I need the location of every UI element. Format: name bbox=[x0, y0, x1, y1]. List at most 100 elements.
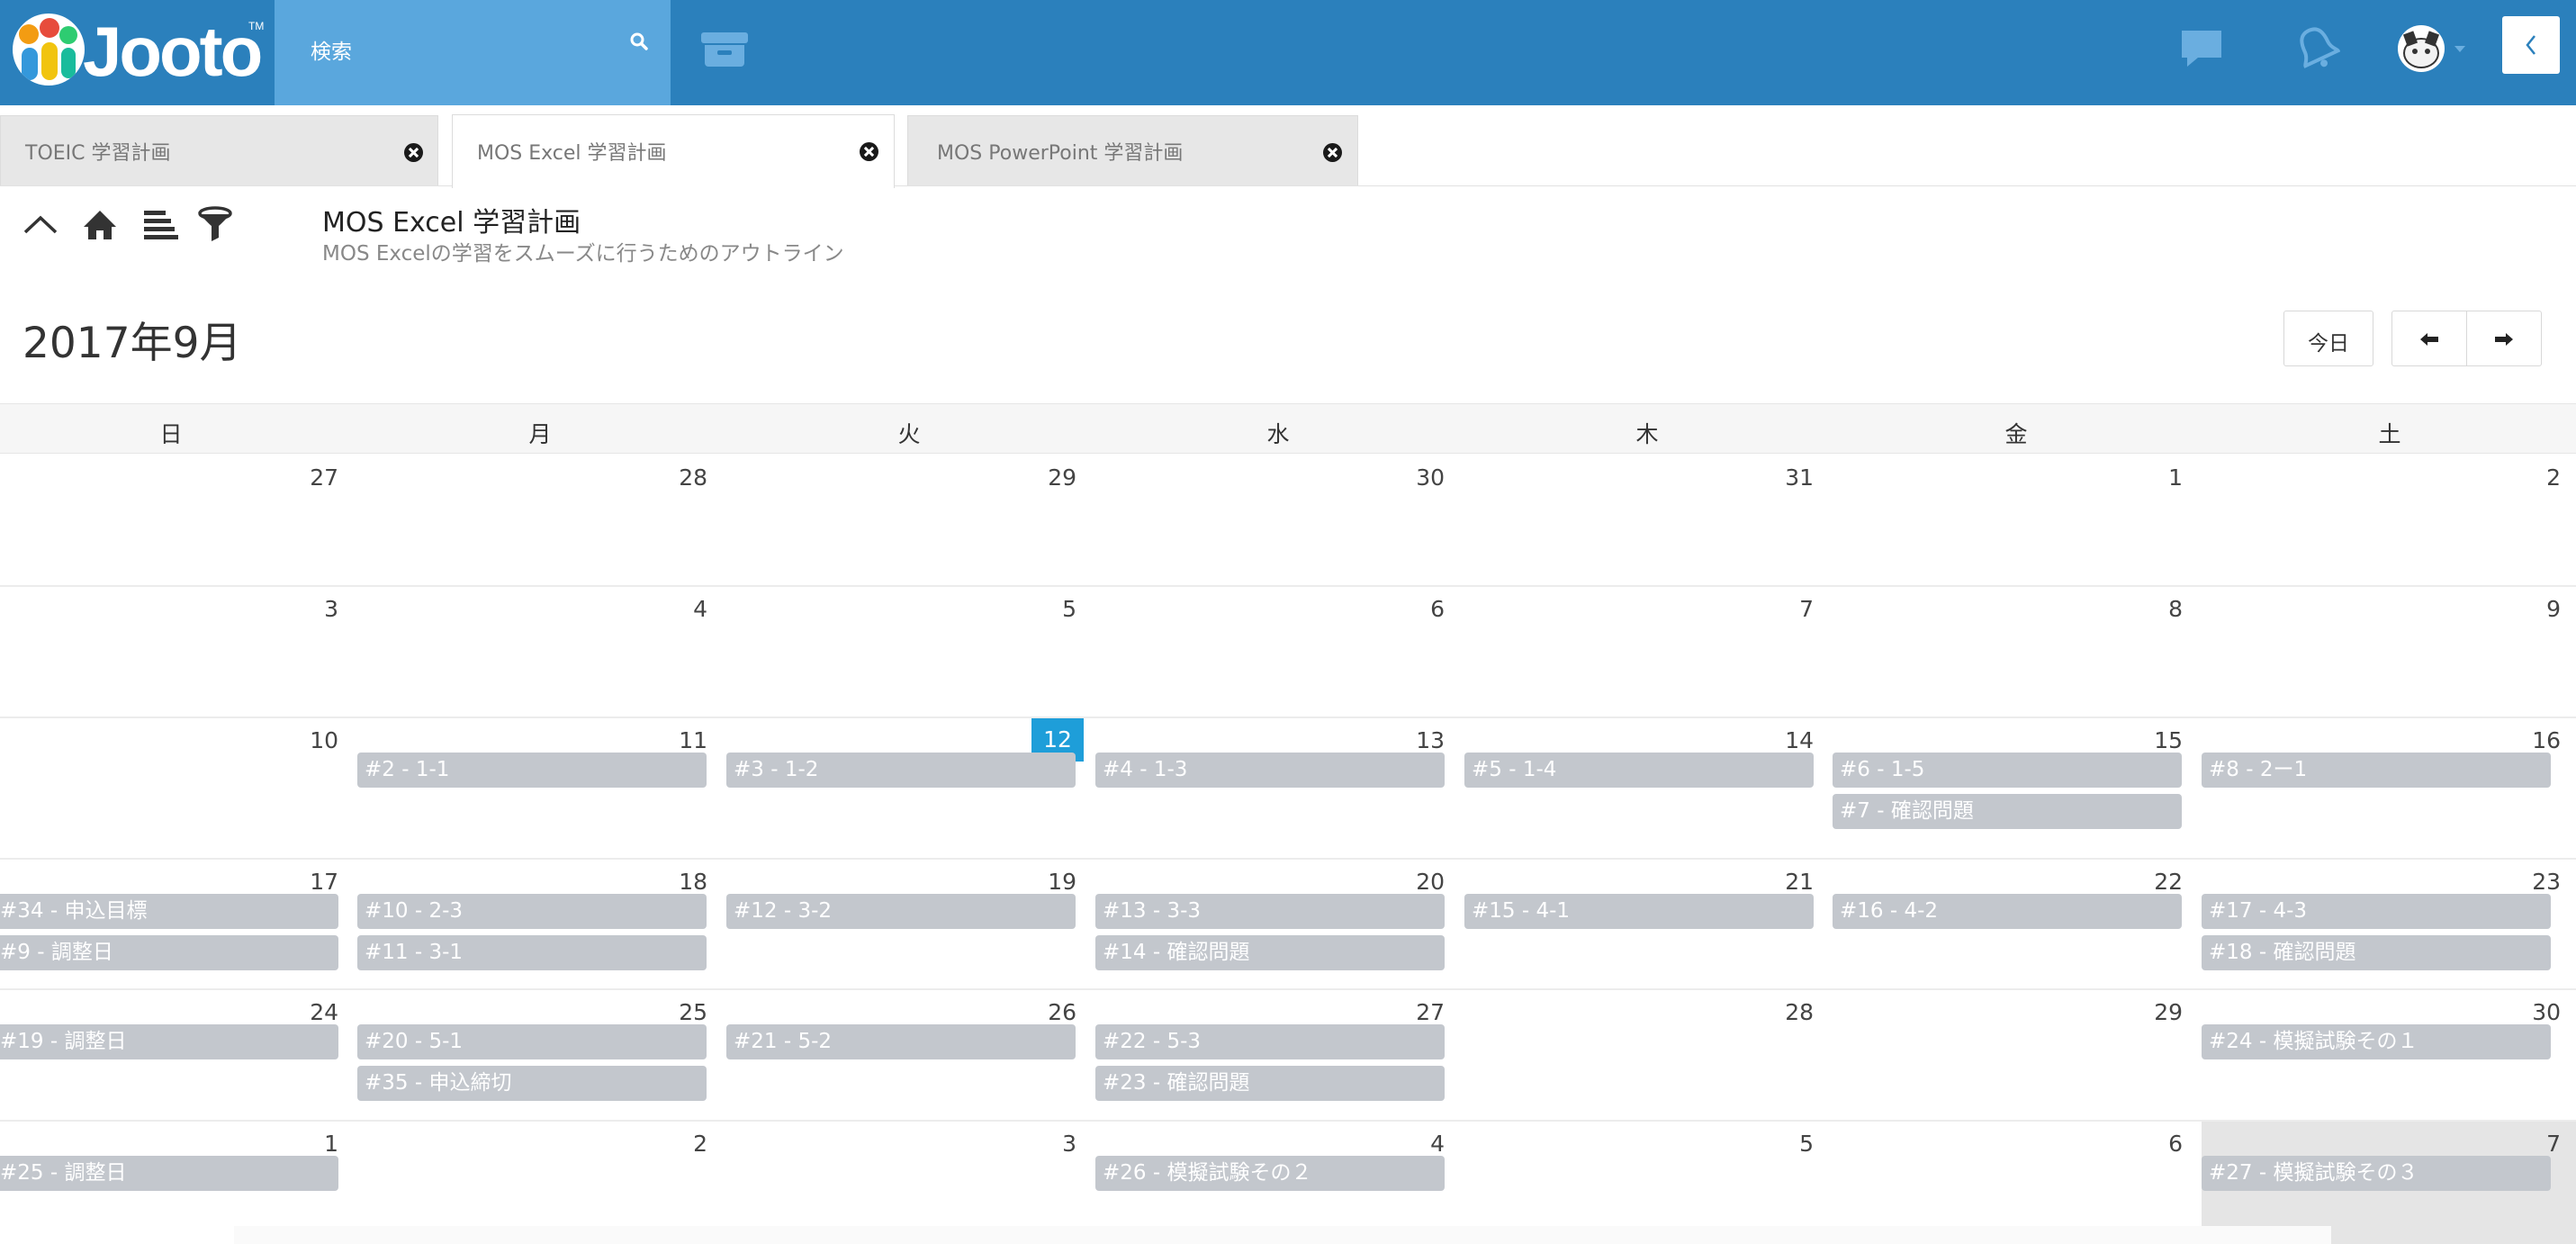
day-number[interactable]: 4 bbox=[1373, 1131, 1445, 1157]
task-event[interactable]: #5 - 1-4 bbox=[1464, 753, 1814, 788]
task-event[interactable]: #6 - 1-5 bbox=[1833, 753, 2182, 788]
day-number[interactable]: 20 bbox=[1373, 869, 1445, 895]
day-number[interactable]: 5 bbox=[1742, 1131, 1814, 1157]
weekday-wed: 水 bbox=[1266, 421, 1290, 447]
day-number[interactable]: 17 bbox=[266, 869, 338, 895]
day-number[interactable]: 26 bbox=[1004, 999, 1076, 1025]
weekday-fri: 金 bbox=[2004, 421, 2028, 447]
chevron-down-icon[interactable] bbox=[2454, 45, 2466, 54]
tab-toeic[interactable]: TOEIC 学習計画 bbox=[0, 115, 438, 185]
day-number[interactable]: 2 bbox=[635, 1131, 707, 1157]
day-number[interactable]: 14 bbox=[1742, 727, 1814, 753]
task-event[interactable]: #22 - 5-3 bbox=[1095, 1024, 1445, 1059]
search-icon[interactable] bbox=[628, 31, 652, 54]
task-event[interactable]: #17 - 4-3 bbox=[2202, 894, 2551, 929]
day-number[interactable]: 22 bbox=[2111, 869, 2183, 895]
day-number[interactable]: 29 bbox=[1004, 464, 1076, 491]
day-number[interactable]: 3 bbox=[1004, 1131, 1076, 1157]
logo-tm: TM bbox=[248, 20, 265, 32]
day-number[interactable]: 8 bbox=[2111, 596, 2183, 622]
task-event[interactable]: #21 - 5-2 bbox=[726, 1024, 1076, 1059]
day-number[interactable]: 18 bbox=[635, 869, 707, 895]
day-number[interactable]: 24 bbox=[266, 999, 338, 1025]
tab-mos-powerpoint[interactable]: MOS PowerPoint 学習計画 bbox=[907, 115, 1358, 185]
task-event[interactable]: #23 - 確認問題 bbox=[1095, 1066, 1445, 1101]
archive-icon[interactable] bbox=[698, 27, 752, 72]
day-number[interactable]: 6 bbox=[1373, 596, 1445, 622]
task-event[interactable]: #27 - 模擬試験その３ bbox=[2202, 1156, 2551, 1191]
collapse-icon[interactable] bbox=[22, 205, 59, 245]
avatar[interactable] bbox=[2398, 25, 2445, 72]
task-event[interactable]: #8 - 2ー1 bbox=[2202, 753, 2551, 788]
task-event[interactable]: #24 - 模擬試験その１ bbox=[2202, 1024, 2551, 1059]
task-event[interactable]: #35 - 申込締切 bbox=[357, 1066, 707, 1101]
outline-icon[interactable] bbox=[142, 205, 180, 245]
filter-icon[interactable] bbox=[196, 205, 234, 245]
day-number[interactable]: 1 bbox=[266, 1131, 338, 1157]
tab-mos-excel[interactable]: MOS Excel 学習計画 bbox=[452, 114, 895, 188]
task-event[interactable]: #18 - 確認問題 bbox=[2202, 935, 2551, 970]
day-number[interactable]: 11 bbox=[635, 727, 707, 753]
search-placeholder: 検索 bbox=[311, 41, 352, 64]
day-number[interactable]: 31 bbox=[1742, 464, 1814, 491]
day-number[interactable]: 25 bbox=[635, 999, 707, 1025]
task-event[interactable]: #4 - 1-3 bbox=[1095, 753, 1445, 788]
task-event[interactable]: #16 - 4-2 bbox=[1833, 894, 2182, 929]
close-tab-icon[interactable] bbox=[404, 143, 423, 162]
home-icon[interactable] bbox=[81, 205, 119, 245]
logo-text: Jooto bbox=[83, 12, 263, 91]
day-number[interactable]: 15 bbox=[2111, 727, 2183, 753]
close-tab-icon[interactable] bbox=[860, 142, 878, 161]
task-event[interactable]: #13 - 3-3 bbox=[1095, 894, 1445, 929]
day-number[interactable]: 4 bbox=[635, 596, 707, 622]
day-number[interactable]: 21 bbox=[1742, 869, 1814, 895]
bell-icon[interactable] bbox=[2293, 23, 2340, 72]
today-button[interactable]: 今日 bbox=[2283, 311, 2373, 366]
day-number[interactable]: 6 bbox=[2111, 1131, 2183, 1157]
task-event[interactable]: #25 - 調整日 bbox=[0, 1156, 338, 1191]
task-event[interactable]: #2 - 1-1 bbox=[357, 753, 707, 788]
day-number[interactable]: 3 bbox=[266, 596, 338, 622]
day-number[interactable]: 7 bbox=[2489, 1131, 2561, 1157]
next-month-button[interactable] bbox=[2466, 311, 2542, 366]
task-event[interactable]: #12 - 3-2 bbox=[726, 894, 1076, 929]
day-number[interactable]: 2 bbox=[2489, 464, 2561, 491]
task-event[interactable]: #9 - 調整日 bbox=[0, 935, 338, 970]
task-event[interactable]: #7 - 確認問題 bbox=[1833, 794, 2182, 829]
search-input[interactable]: 検索 bbox=[275, 0, 671, 105]
task-event[interactable]: #10 - 2-3 bbox=[357, 894, 707, 929]
day-number[interactable]: 7 bbox=[1742, 596, 1814, 622]
day-number[interactable]: 1 bbox=[2111, 464, 2183, 491]
day-number[interactable]: 10 bbox=[266, 727, 338, 753]
day-number[interactable]: 13 bbox=[1373, 727, 1445, 753]
task-event[interactable]: #15 - 4-1 bbox=[1464, 894, 1814, 929]
day-number[interactable]: 23 bbox=[2489, 869, 2561, 895]
day-number[interactable]: 19 bbox=[1004, 869, 1076, 895]
month-title: 2017年9月 bbox=[23, 319, 242, 368]
day-number[interactable]: 30 bbox=[2489, 999, 2561, 1025]
collapse-sidebar-button[interactable] bbox=[2502, 16, 2560, 74]
week-divider bbox=[0, 988, 2576, 990]
day-number[interactable]: 30 bbox=[1373, 464, 1445, 491]
day-number[interactable]: 28 bbox=[1742, 999, 1814, 1025]
day-number[interactable]: 29 bbox=[2111, 999, 2183, 1025]
jooto-logo[interactable]: Jooto TM bbox=[13, 11, 264, 92]
prev-month-button[interactable] bbox=[2391, 311, 2467, 366]
day-number[interactable]: 9 bbox=[2489, 596, 2561, 622]
chat-icon[interactable] bbox=[2178, 27, 2225, 70]
task-event[interactable]: #20 - 5-1 bbox=[357, 1024, 707, 1059]
day-number[interactable]: 28 bbox=[635, 464, 707, 491]
week-divider bbox=[0, 1120, 2576, 1122]
task-event[interactable]: #26 - 模擬試験その２ bbox=[1095, 1156, 1445, 1191]
day-number[interactable]: 5 bbox=[1004, 596, 1076, 622]
task-event[interactable]: #34 - 申込目標 bbox=[0, 894, 338, 929]
day-number[interactable]: 27 bbox=[1373, 999, 1445, 1025]
day-number[interactable]: 27 bbox=[266, 464, 338, 491]
day-number[interactable]: 16 bbox=[2489, 727, 2561, 753]
task-event[interactable]: #3 - 1-2 bbox=[726, 753, 1076, 788]
week-divider bbox=[0, 858, 2576, 860]
task-event[interactable]: #19 - 調整日 bbox=[0, 1024, 338, 1059]
task-event[interactable]: #11 - 3-1 bbox=[357, 935, 707, 970]
task-event[interactable]: #14 - 確認問題 bbox=[1095, 935, 1445, 970]
close-tab-icon[interactable] bbox=[1323, 143, 1342, 162]
